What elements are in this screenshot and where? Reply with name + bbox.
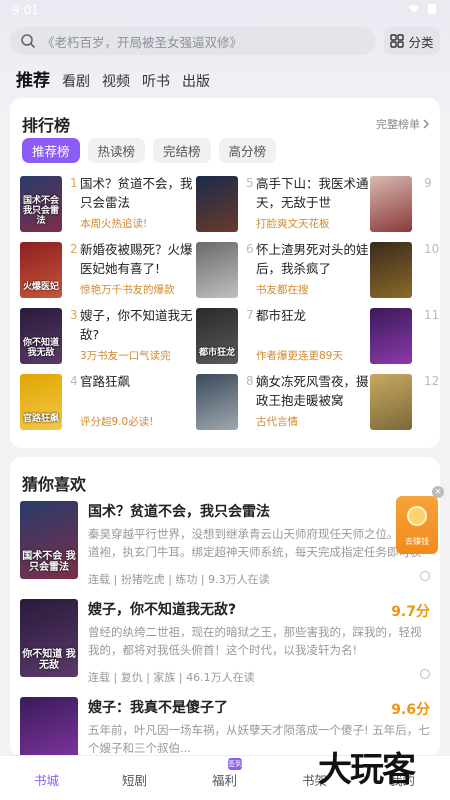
full-ranking-link[interactable]: 完整榜单 [376, 116, 430, 132]
book-description: 曾经的纨绔二世祖，现在的暗狱之王，那些害我的，踩我的，轻视我的，都将对我低头俯首… [88, 625, 422, 657]
chip-high-score[interactable]: 高分榜 [218, 138, 277, 163]
book-list-item[interactable]: 你不知道 我无敌 嫂子，你不知道我无敌? 9.7分曾经的纨绔二世祖，现在的暗狱之王，… [20, 599, 440, 689]
welfare-badge: 签到 [228, 758, 242, 770]
coin-icon [407, 506, 427, 526]
search-input[interactable]: 《老朽百岁，开局被圣女强逼双修》 [10, 27, 376, 55]
chip-finished[interactable]: 完结榜 [153, 138, 211, 163]
book-cover-text: 国术不会 我只会雷法 [22, 551, 76, 573]
book-description: 秦昊穿越平行世界，没想到继承青云山天师府现任天师之位。身穿道袍，执玄门牛耳。绑定… [88, 527, 422, 559]
book-cover[interactable] [370, 176, 412, 232]
rank-number: 9 [424, 176, 432, 190]
ranking-chips: 推荐榜 热读榜 完结榜 高分榜 [22, 138, 277, 163]
nav-tab-video[interactable]: 视频 [102, 71, 130, 91]
tab-welfare[interactable]: 福利 [212, 770, 237, 789]
ranking-item[interactable]: 10 [10, 242, 440, 302]
ranking-item[interactable]: 9 [10, 176, 440, 236]
float-ad-button[interactable]: 去赚钱 [396, 496, 438, 554]
book-title[interactable]: 国术？贫道不会，我只会雷法 [88, 501, 270, 521]
book-cover[interactable] [370, 308, 412, 364]
top-nav: 推荐 看剧 视频 听书 出版 [16, 66, 210, 91]
book-tags: 连载 | 复仇 | 家族 | 46.1万人在读 [88, 671, 255, 684]
book-cover[interactable]: 你不知道 我无敌 [20, 599, 78, 677]
ranking-card: 排行榜 完整榜单 推荐榜 热读榜 完结榜 高分榜 国术不会 我只会雷法 1 国术？贫… [10, 98, 440, 448]
tab-bookstore[interactable]: 书城 [34, 770, 59, 789]
ranking-item[interactable]: 11 [10, 308, 440, 368]
nav-tab-drama[interactable]: 看剧 [62, 71, 90, 91]
book-title[interactable]: 嫂子，你不知道我无敌? [88, 599, 236, 619]
rank-number: 11 [424, 308, 440, 322]
full-ranking-label: 完整榜单 [376, 118, 420, 131]
search-icon [21, 34, 36, 49]
book-cover-text: 你不知道 我无敌 [22, 649, 76, 671]
nav-tab-recommend[interactable]: 推荐 [16, 66, 50, 91]
more-options-icon[interactable] [420, 571, 430, 581]
book-title[interactable]: 嫂子：我真不是傻子了 [88, 697, 228, 717]
book-tags: 连载 | 扮猪吃虎 | 练功 | 9.3万人在读 [88, 573, 270, 586]
category-button[interactable]: 分类 [384, 27, 440, 55]
book-cover[interactable] [370, 242, 412, 298]
status-bar: 9:01 [0, 0, 450, 22]
nav-tab-publish[interactable]: 出版 [182, 71, 210, 91]
tab-short-drama[interactable]: 短剧 [122, 770, 147, 789]
battery-icon [428, 4, 436, 14]
chip-recommend[interactable]: 推荐榜 [22, 138, 80, 163]
grid-icon [390, 34, 405, 48]
ranking-title: 排行榜 [22, 116, 71, 135]
book-list-item[interactable]: 国术不会 我只会雷法 国术？贫道不会，我只会雷法秦昊穿越平行世界，没想到继承青云山… [20, 501, 440, 591]
chip-hot[interactable]: 热读榜 [87, 138, 146, 163]
rank-number: 10 [424, 242, 440, 256]
rank-number: 12 [424, 374, 440, 388]
book-score: 9.7分 [391, 604, 430, 620]
status-icons [408, 3, 438, 15]
nav-tab-audio[interactable]: 听书 [142, 71, 170, 91]
guess-card: 猜你喜欢 国术不会 我只会雷法 国术？贫道不会，我只会雷法秦昊穿越平行世界，没想到… [10, 457, 440, 757]
book-cover[interactable] [370, 374, 412, 430]
guess-title: 猜你喜欢 [22, 475, 87, 494]
wifi-icon [409, 5, 419, 13]
watermark-logo: 大玩客 [318, 750, 416, 790]
book-cover[interactable] [20, 697, 78, 755]
book-score: 9.6分 [391, 702, 430, 718]
more-options-icon[interactable] [420, 669, 430, 679]
search-placeholder: 《老朽百岁，开局被圣女强逼双修》 [42, 34, 243, 50]
search-row: 《老朽百岁，开局被圣女强逼双修》 分类 [10, 27, 440, 55]
float-ad-label: 去赚钱 [405, 537, 429, 546]
category-label: 分类 [408, 34, 434, 50]
book-cover[interactable]: 国术不会 我只会雷法 [20, 501, 78, 579]
status-time: 9:01 [12, 3, 39, 17]
ranking-item[interactable]: 12 [10, 374, 440, 434]
chevron-right-icon [423, 119, 429, 129]
